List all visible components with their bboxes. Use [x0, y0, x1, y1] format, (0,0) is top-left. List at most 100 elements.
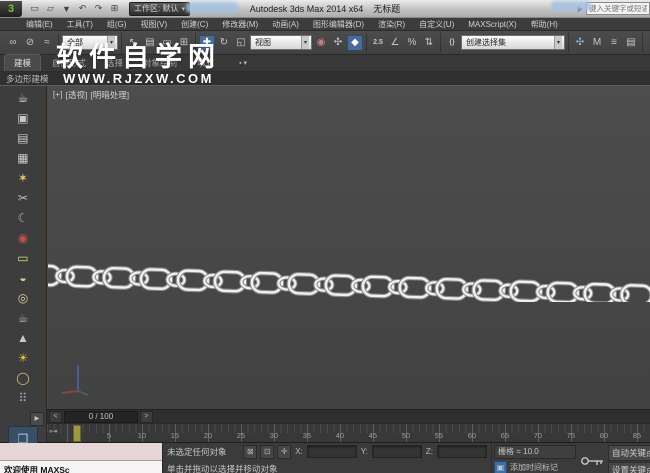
- list-view-icon[interactable]: ▤: [9, 128, 37, 148]
- menu-item[interactable]: 帮助(H): [531, 19, 558, 30]
- angle-snap-icon[interactable]: ∠: [387, 35, 403, 51]
- menu-item[interactable]: 视图(V): [140, 19, 167, 30]
- add-time-tag[interactable]: ▣ 添加时间标记: [494, 461, 576, 473]
- snap-toggle-25-icon[interactable]: 2.5: [370, 35, 386, 51]
- dome-icon[interactable]: ◒: [9, 268, 37, 288]
- teapot-object-icon[interactable]: ☕: [9, 308, 37, 328]
- viewport[interactable]: [+] [透视] [明暗处理]: [46, 86, 650, 410]
- viewport-view-label[interactable]: [透视]: [66, 89, 88, 101]
- menu-item[interactable]: MAXScript(X): [468, 20, 516, 29]
- ribbon-tab-填充[interactable]: 填充: [188, 55, 223, 71]
- menu-item[interactable]: 创建(C): [181, 19, 208, 30]
- current-frame-display[interactable]: 0 / 100: [63, 410, 138, 423]
- chain-object[interactable]: [47, 254, 650, 302]
- save-file-icon[interactable]: ▼: [60, 4, 73, 14]
- select-and-manipulate-icon[interactable]: ✣: [330, 35, 346, 51]
- undo-icon[interactable]: ↶: [76, 3, 89, 14]
- named-selection-sets-dropdown[interactable]: 创建选择集 ▾: [461, 35, 565, 50]
- ruler-tick-label: 10: [137, 431, 147, 441]
- chevron-down-icon: ▾: [553, 36, 562, 49]
- ribbon-tab-建模[interactable]: 建模: [4, 54, 42, 71]
- unlink-selection-icon[interactable]: ⊘: [22, 35, 38, 51]
- track-keys-icon[interactable]: ⊶: [49, 426, 58, 437]
- timeline-ruler[interactable]: ⊶ 5 10 15 20 25 30 35 40 45 50 55 60 65 70 75 80 85: [46, 423, 650, 443]
- cut-tool-icon[interactable]: ✂: [9, 188, 37, 208]
- menu-item[interactable]: 动画(A): [272, 19, 299, 30]
- menu-item[interactable]: 自定义(U): [419, 19, 454, 30]
- set-key-button[interactable]: 设置关键点: [608, 462, 650, 473]
- previous-frame-button[interactable]: <: [48, 410, 62, 423]
- y-coordinate-field[interactable]: [371, 445, 422, 458]
- menu-item[interactable]: 渲染(R): [378, 19, 405, 30]
- viewport-menu-plus[interactable]: [+]: [53, 89, 63, 101]
- menu-item[interactable]: 修改器(M): [222, 19, 258, 30]
- menu-item[interactable]: 图形编辑器(D): [313, 19, 364, 30]
- time-slider-playhead[interactable]: [72, 425, 81, 443]
- percent-snap-icon[interactable]: %: [404, 35, 420, 51]
- ribbon-minimize-icon[interactable]: ▪ ▾: [239, 59, 247, 67]
- moon-icon[interactable]: ☾: [9, 208, 37, 228]
- set-keys-button[interactable]: [578, 443, 608, 473]
- new-file-icon[interactable]: ▭: [28, 3, 41, 14]
- rain-icon[interactable]: ⠿: [9, 388, 37, 408]
- z-coordinate-field[interactable]: [437, 445, 487, 458]
- mountain-icon[interactable]: ▲: [9, 328, 37, 348]
- ribbon-tab-对象绘制[interactable]: 对象绘制: [134, 55, 186, 71]
- menu-item[interactable]: 工具(T): [67, 19, 93, 30]
- search-input[interactable]: [586, 2, 650, 15]
- ribbon-tab-自由形式[interactable]: 自由形式: [43, 55, 95, 71]
- align-icon[interactable]: ≡: [606, 35, 622, 51]
- render-teapot-icon[interactable]: ☕: [9, 88, 37, 108]
- layer-manager-icon[interactable]: ▤: [623, 35, 639, 51]
- polygon-modeling-panel-label[interactable]: 多边形建模: [6, 73, 49, 85]
- selection-status-text: 未选定任何对象: [167, 446, 227, 457]
- manage-layers-icon[interactable]: ✣: [572, 35, 588, 51]
- z-label: Z:: [425, 447, 433, 456]
- absolute-mode-icon[interactable]: ⊡: [260, 444, 275, 459]
- menu-item[interactable]: 编辑(E): [26, 19, 53, 30]
- select-by-name-icon[interactable]: ▤: [142, 35, 158, 51]
- sphere-icon[interactable]: ◎: [9, 288, 37, 308]
- ribbon-tab-选择[interactable]: 选择: [97, 55, 132, 71]
- light-icon[interactable]: ✶: [9, 168, 37, 188]
- spreadsheet-icon[interactable]: ▦: [9, 148, 37, 168]
- plane-icon[interactable]: ▭: [9, 248, 37, 268]
- open-file-icon[interactable]: ▱: [44, 3, 57, 14]
- rectangular-selection-region-icon[interactable]: ▭: [159, 35, 175, 51]
- bind-to-space-warp-icon[interactable]: ≈: [39, 35, 55, 51]
- status-bar: 欢迎使用 MAXSc 未选定任何对象 ⊠ ⊡ ✛ X: Y: Z: 单击并拖动以选择…: [0, 442, 650, 473]
- selection-filter-dropdown[interactable]: 全部 ▾: [62, 35, 118, 50]
- rendered-frame-icon[interactable]: ▣: [9, 108, 37, 128]
- ring-icon[interactable]: ◯: [9, 368, 37, 388]
- select-and-scale-icon[interactable]: ◱: [233, 35, 249, 51]
- use-pivot-center-icon[interactable]: ◉: [313, 35, 329, 51]
- redo-icon[interactable]: ↷: [92, 3, 105, 14]
- selection-lock-icon[interactable]: ⊠: [243, 444, 258, 459]
- chevron-down-icon: ▾: [106, 36, 115, 49]
- offset-mode-icon[interactable]: ✛: [277, 444, 292, 459]
- project-folder-icon[interactable]: ⊞: [108, 3, 121, 14]
- select-and-link-icon[interactable]: ∞: [5, 35, 21, 51]
- toolbar-flyout-button[interactable]: ▶: [29, 412, 44, 426]
- sun-icon[interactable]: ☀: [9, 348, 37, 368]
- auto-key-button[interactable]: 自动关键点: [608, 445, 650, 461]
- maxscript-white-line[interactable]: 欢迎使用 MAXSc: [0, 461, 162, 473]
- select-and-rotate-icon[interactable]: ↻: [216, 35, 232, 51]
- menu-item[interactable]: 组(G): [107, 19, 127, 30]
- x-coordinate-field[interactable]: [306, 445, 357, 458]
- app-logo-button[interactable]: 3: [0, 0, 22, 17]
- select-object-icon[interactable]: ↖: [125, 35, 141, 51]
- camera-icon[interactable]: ◉: [9, 228, 37, 248]
- next-frame-button[interactable]: >: [139, 410, 153, 423]
- maxscript-pink-line[interactable]: [0, 443, 162, 461]
- edit-named-selection-sets-icon[interactable]: {}: [444, 35, 460, 51]
- select-and-move-icon[interactable]: ✚: [199, 34, 215, 51]
- mirror-icon[interactable]: M: [589, 35, 605, 51]
- ruler-tick-label: 70: [533, 431, 543, 441]
- spinner-snap-icon[interactable]: ⇅: [421, 35, 437, 51]
- reference-coordinate-dropdown[interactable]: 视图 ▾: [250, 35, 312, 50]
- window-crossing-toggle-icon[interactable]: ⊞: [176, 35, 192, 51]
- workspace-dropdown[interactable]: 工作区: 默认 ▾: [129, 1, 190, 16]
- viewport-shading-label[interactable]: [明暗处理]: [90, 89, 129, 101]
- keyboard-override-toggle-icon[interactable]: ◆: [347, 34, 363, 51]
